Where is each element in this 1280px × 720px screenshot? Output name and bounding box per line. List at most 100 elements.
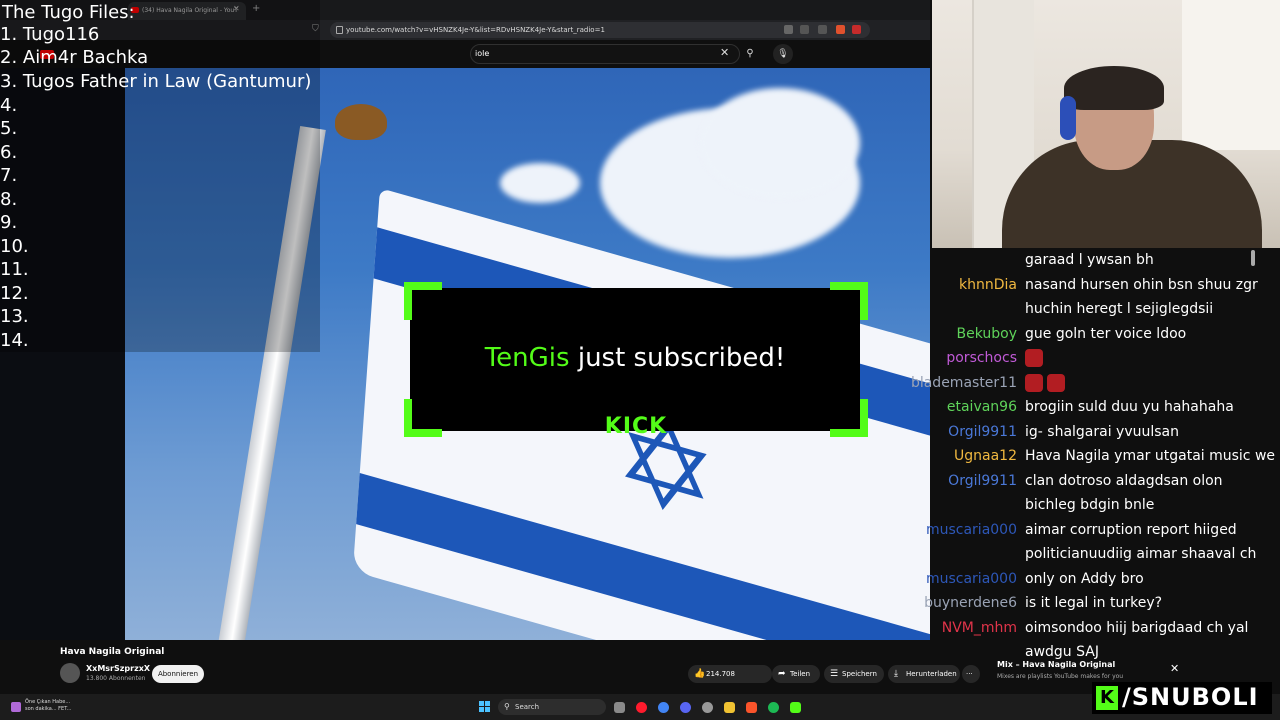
chat-message: muscaria000 aimar corruption report hiige… bbox=[905, 518, 1257, 542]
chat-message-text bbox=[1025, 371, 1069, 395]
flag-pole-finial bbox=[335, 104, 387, 140]
streamer-cap bbox=[1064, 66, 1164, 110]
file-explorer-icon[interactable] bbox=[724, 702, 735, 713]
share-button[interactable]: ➦ Teilen bbox=[772, 665, 820, 683]
news-widget[interactable]: Öne Çıkan Habe... son dakika... FET... bbox=[25, 699, 71, 713]
emote-icon bbox=[1047, 373, 1065, 392]
taskbar-search[interactable]: ⚲ Search bbox=[498, 699, 606, 715]
alert-corner bbox=[830, 399, 868, 437]
kick-app-icon[interactable] bbox=[790, 702, 801, 713]
chat-text: only on Addy bro bbox=[1025, 570, 1144, 587]
chat-message: awdgu SAJ bbox=[905, 640, 1257, 664]
chat-username[interactable]: etaivan96 bbox=[905, 395, 1017, 419]
tugo-files-item: 11. bbox=[0, 259, 29, 280]
chat-message: khnnDia nasand hursen ohin bsn shuu zgr bbox=[905, 273, 1258, 297]
chat-message: muscaria000 only on Addy bro bbox=[905, 567, 1257, 591]
chat-message: huchin heregt l sejiglegdsii bbox=[905, 297, 1257, 321]
chat-text: gue goln ter voice ldoo bbox=[1025, 325, 1187, 342]
chat-username[interactable]: Bekuboy bbox=[905, 322, 1017, 346]
chat-message: bichleg bdgin bnle bbox=[905, 493, 1257, 517]
chat-text: brogiin suld duu yu hahahaha bbox=[1025, 399, 1234, 415]
chat-username[interactable]: khnnDia bbox=[905, 273, 1017, 297]
share-icon[interactable] bbox=[818, 25, 827, 34]
chat-text: ig- shalgarai yvuulsan bbox=[1025, 423, 1180, 440]
channel-avatar[interactable] bbox=[60, 663, 80, 683]
chat-username[interactable]: blademaster11 bbox=[905, 371, 1017, 395]
save-label: Speichern bbox=[842, 670, 877, 678]
like-button[interactable]: 👍 214.708 bbox=[688, 665, 772, 683]
chat-message: Ugnaa12 Hava Nagila ymar utgatai music we bbox=[905, 444, 1275, 468]
chat-username[interactable]: buynerdene6 bbox=[905, 591, 1017, 615]
chat-scrollbar[interactable] bbox=[1251, 250, 1255, 266]
share-arrow-icon: ➦ bbox=[778, 669, 786, 679]
brave-shield-icon[interactable] bbox=[836, 25, 845, 34]
chat-text: bichleg bdgin bnle bbox=[1025, 497, 1155, 513]
chat-text: awdgu SAJ bbox=[1025, 644, 1099, 660]
video-title: Hava Nagila Original bbox=[60, 647, 165, 657]
chat-text: garaad l ywsan bh bbox=[1025, 252, 1154, 268]
chat-message: Orgil9911 clan dotroso aldagdsan olon bbox=[905, 469, 1257, 493]
chat-message: porschocs bbox=[905, 346, 1257, 370]
chat-message: NVM_mhm oimsondoo hiij barigdaad ch yal bbox=[905, 616, 1257, 640]
download-label: Herunterladen bbox=[906, 670, 957, 678]
cast-icon[interactable] bbox=[784, 25, 793, 34]
chat-message: garaad l ywsan bh bbox=[905, 248, 1257, 272]
mix-subtitle: Mixes are playlists YouTube makes for yo… bbox=[997, 673, 1124, 680]
search-icon[interactable]: ⚲ bbox=[740, 44, 760, 64]
chat-message-text: awdgu SAJ bbox=[1025, 640, 1099, 664]
chat-message-text: garaad l ywsan bh bbox=[1025, 248, 1154, 272]
chat-username[interactable]: Ugnaa12 bbox=[905, 444, 1017, 468]
chat-message: Bekuboy gue goln ter voice ldoo bbox=[905, 322, 1257, 346]
chat-username[interactable]: NVM_mhm bbox=[905, 616, 1017, 640]
chat-username[interactable]: porschocs bbox=[905, 346, 1017, 370]
webcam-feed bbox=[932, 0, 1280, 248]
windows-start-icon[interactable] bbox=[479, 701, 491, 713]
tugo-files-item: 13. bbox=[0, 306, 29, 327]
brave-icon[interactable] bbox=[746, 702, 757, 713]
chat-message-text: nasand hursen ohin bsn shuu zgr bbox=[1025, 273, 1258, 297]
subscribe-button[interactable]: Abonnieren bbox=[152, 665, 204, 683]
chat-message-text: bichleg bdgin bnle bbox=[1025, 493, 1154, 517]
discord-icon[interactable] bbox=[680, 702, 691, 713]
tugo-files-item: 3. Tugos Father in Law (Gantumur) bbox=[0, 71, 312, 92]
tugo-files-item: 9. bbox=[0, 212, 18, 233]
search-input[interactable]: iole bbox=[470, 44, 740, 64]
chat-message-text: oimsondoo hiij barigdaad ch yal bbox=[1025, 616, 1248, 640]
brave-rewards-icon[interactable] bbox=[852, 25, 861, 34]
chat-message-text: clan dotroso aldagdsan olon bbox=[1025, 469, 1223, 493]
chat-message-text: is it legal in turkey? bbox=[1025, 591, 1162, 615]
task-view-icon[interactable] bbox=[614, 702, 625, 713]
tugo-files-item: 1. Tugo116 bbox=[0, 24, 100, 45]
tugo-files-item: 4. bbox=[0, 95, 18, 116]
opera-icon[interactable] bbox=[636, 702, 647, 713]
chat-message-text: Hava Nagila ymar utgatai music we bbox=[1025, 444, 1275, 468]
clear-search-icon[interactable]: ✕ bbox=[720, 46, 729, 59]
app-icon[interactable] bbox=[702, 702, 713, 713]
emote-icon bbox=[1025, 349, 1043, 367]
translate-icon[interactable] bbox=[800, 25, 809, 34]
chat-username[interactable]: muscaria000 bbox=[905, 518, 1017, 542]
address-bar-url: youtube.com/watch?v=vHSNZK4Je-Y&list=RDv… bbox=[346, 26, 605, 34]
channel-name[interactable]: XxMsrSzprzxX bbox=[86, 664, 150, 673]
alert-corner bbox=[830, 282, 868, 320]
taskbar-search-label: Search bbox=[515, 703, 540, 711]
news-widget-icon[interactable] bbox=[11, 702, 21, 712]
chat-username[interactable]: Orgil9911 bbox=[905, 469, 1017, 493]
save-button[interactable]: ☰ Speichern bbox=[824, 665, 884, 683]
chat-username[interactable]: muscaria000 bbox=[905, 567, 1017, 591]
microphone-icon[interactable]: 🎙 bbox=[773, 44, 793, 64]
chat-message: politicianuudiig aimar shaaval ch bbox=[905, 542, 1257, 566]
tugo-files-item: 12. bbox=[0, 283, 29, 304]
chat-message: blademaster11 bbox=[905, 371, 1257, 395]
chat-message-text: huchin heregt l sejiglegdsii bbox=[1025, 297, 1213, 321]
tugo-files-overlay: The Tugo Files: 1. Tugo116 2. Aim4r Bach… bbox=[0, 0, 320, 352]
spotify-icon[interactable] bbox=[768, 702, 779, 713]
chat-message-text: brogiin suld duu yu hahahaha bbox=[1025, 395, 1234, 419]
chrome-icon[interactable] bbox=[658, 702, 669, 713]
subscriber-name: TenGis bbox=[484, 343, 570, 373]
cloud bbox=[700, 88, 860, 198]
tugo-files-item: 5. bbox=[0, 118, 18, 139]
site-info-icon[interactable] bbox=[336, 26, 343, 34]
chat-message-text: gue goln ter voice ldoo bbox=[1025, 322, 1186, 346]
chat-username[interactable]: Orgil9911 bbox=[905, 420, 1017, 444]
